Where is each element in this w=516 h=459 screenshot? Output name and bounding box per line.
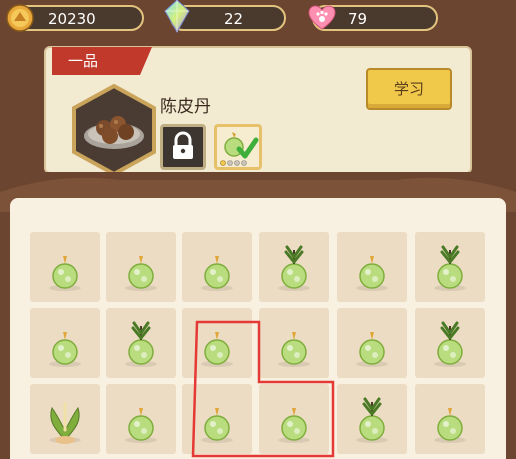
crystal-gem-icon	[164, 0, 190, 33]
seed-icon	[278, 408, 310, 443]
board-tile[interactable]	[30, 232, 100, 302]
game-board	[10, 198, 506, 459]
dish-name: 陈皮丹	[160, 97, 211, 117]
board-tile[interactable]	[415, 232, 485, 302]
board-tile[interactable]	[106, 384, 176, 454]
sprout-seed-icon	[278, 245, 310, 291]
herb-check-icon	[220, 132, 259, 166]
pill-dish-icon	[72, 84, 156, 176]
board-tile[interactable]	[259, 232, 329, 302]
heart-counter[interactable]: 79	[308, 5, 438, 31]
board-tile[interactable]	[337, 384, 407, 454]
lock-icon	[173, 131, 193, 159]
board-tile[interactable]	[259, 384, 329, 454]
heart-value: 79	[348, 10, 368, 28]
board-tile[interactable]	[106, 232, 176, 302]
seed-icon	[278, 332, 310, 367]
gem-value: 22	[224, 10, 244, 28]
seed-icon	[49, 256, 81, 291]
gem-counter[interactable]: 22	[164, 0, 286, 33]
rank-banner: 一品	[52, 47, 152, 75]
seed-icon	[201, 408, 233, 443]
locked-ingredient-slot[interactable]	[160, 124, 206, 170]
board-tile[interactable]	[415, 384, 485, 454]
seed-icon	[201, 332, 233, 367]
sprout-seed-icon	[125, 321, 157, 367]
board-tile[interactable]	[182, 308, 252, 378]
seed-icon	[356, 256, 388, 291]
seed-icon	[125, 256, 157, 291]
seed-icon	[49, 332, 81, 367]
board-tile[interactable]	[415, 308, 485, 378]
seed-icon	[201, 256, 233, 291]
board-tile[interactable]	[182, 232, 252, 302]
board-tile[interactable]	[259, 308, 329, 378]
board-tile[interactable]	[337, 232, 407, 302]
sprout-seed-icon	[434, 321, 466, 367]
gold-coin-icon	[6, 4, 34, 32]
board-tile[interactable]	[30, 384, 100, 454]
gold-value: 20230	[48, 10, 96, 28]
seed-icon	[434, 408, 466, 443]
board-tile[interactable]	[106, 308, 176, 378]
learn-button[interactable]: 学习	[366, 68, 452, 110]
sprout-seed-icon	[356, 397, 388, 443]
board-tile[interactable]	[182, 384, 252, 454]
seed-icon	[125, 408, 157, 443]
board-tile[interactable]	[30, 308, 100, 378]
paw-heart-icon	[308, 5, 336, 30]
gold-counter[interactable]: 20230	[6, 4, 144, 32]
seed-icon	[356, 332, 388, 367]
ingredient-slot[interactable]	[214, 124, 262, 170]
sprout-seed-icon	[434, 245, 466, 291]
herb-plant-icon	[49, 402, 81, 444]
board-tile[interactable]	[337, 308, 407, 378]
